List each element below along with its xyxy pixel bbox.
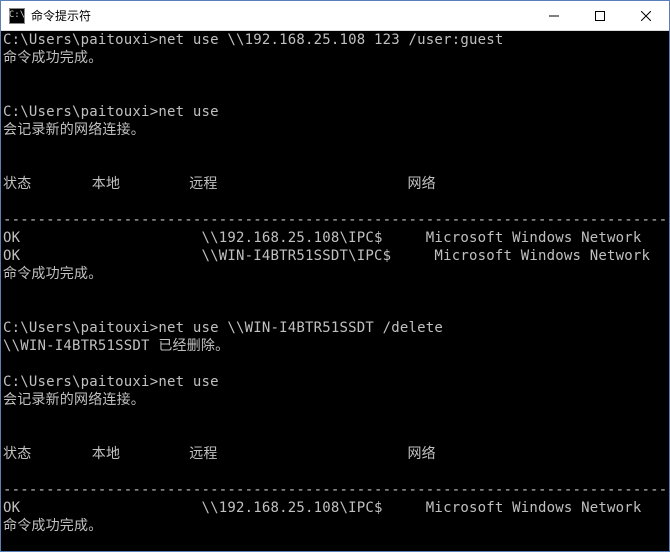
terminal-line: OK \\192.168.25.108\IPC$ Microsoft Windo… xyxy=(3,499,667,517)
window-controls xyxy=(531,1,669,30)
terminal-line xyxy=(3,463,667,481)
terminal-line: 命令成功完成。 xyxy=(3,49,667,67)
close-icon xyxy=(641,11,651,21)
terminal-line: \\WIN-I4BTR51SSDT 已经删除。 xyxy=(3,337,667,355)
terminal-line: 会记录新的网络连接。 xyxy=(3,391,667,409)
window-title: 命令提示符 xyxy=(31,7,531,24)
terminal-line xyxy=(3,193,667,211)
terminal-line: 状态 本地 远程 网络 xyxy=(3,175,667,193)
terminal-line: 命令成功完成。 xyxy=(3,265,667,283)
terminal-line: OK \\192.168.25.108\IPC$ Microsoft Windo… xyxy=(3,229,667,247)
close-button[interactable] xyxy=(623,1,669,30)
terminal-line: C:\Users\paitouxi>net use xyxy=(3,103,667,121)
terminal-line xyxy=(3,535,667,551)
terminal-line xyxy=(3,283,667,301)
terminal-line xyxy=(3,67,667,85)
terminal-line: C:\Users\paitouxi>net use \\192.168.25.1… xyxy=(3,31,667,49)
cmd-icon: C:\ xyxy=(9,8,25,24)
terminal-line: ----------------------------------------… xyxy=(3,211,667,229)
terminal-line: 会记录新的网络连接。 xyxy=(3,121,667,139)
terminal-line: 命令成功完成。 xyxy=(3,517,667,535)
terminal-line xyxy=(3,157,667,175)
terminal-output[interactable]: C:\Users\paitouxi>net use \\192.168.25.1… xyxy=(1,31,669,551)
terminal-line: C:\Users\paitouxi>net use \\WIN-I4BTR51S… xyxy=(3,319,667,337)
maximize-icon xyxy=(595,11,605,21)
titlebar[interactable]: C:\ 命令提示符 xyxy=(1,1,669,31)
cmd-icon-text: C:\ xyxy=(9,11,25,20)
terminal-line xyxy=(3,355,667,373)
terminal-line: OK \\WIN-I4BTR51SSDT\IPC$ Microsoft Wind… xyxy=(3,247,667,265)
terminal-line xyxy=(3,139,667,157)
terminal-line xyxy=(3,409,667,427)
terminal-line xyxy=(3,427,667,445)
terminal-line: 状态 本地 远程 网络 xyxy=(3,445,667,463)
minimize-button[interactable] xyxy=(531,1,577,30)
minimize-icon xyxy=(549,11,559,21)
terminal-line: C:\Users\paitouxi>net use xyxy=(3,373,667,391)
terminal-line xyxy=(3,301,667,319)
command-prompt-window: C:\ 命令提示符 C:\Users\paitouxi>net use \\19… xyxy=(0,0,670,552)
terminal-line: ----------------------------------------… xyxy=(3,481,667,499)
maximize-button[interactable] xyxy=(577,1,623,30)
terminal-line xyxy=(3,85,667,103)
